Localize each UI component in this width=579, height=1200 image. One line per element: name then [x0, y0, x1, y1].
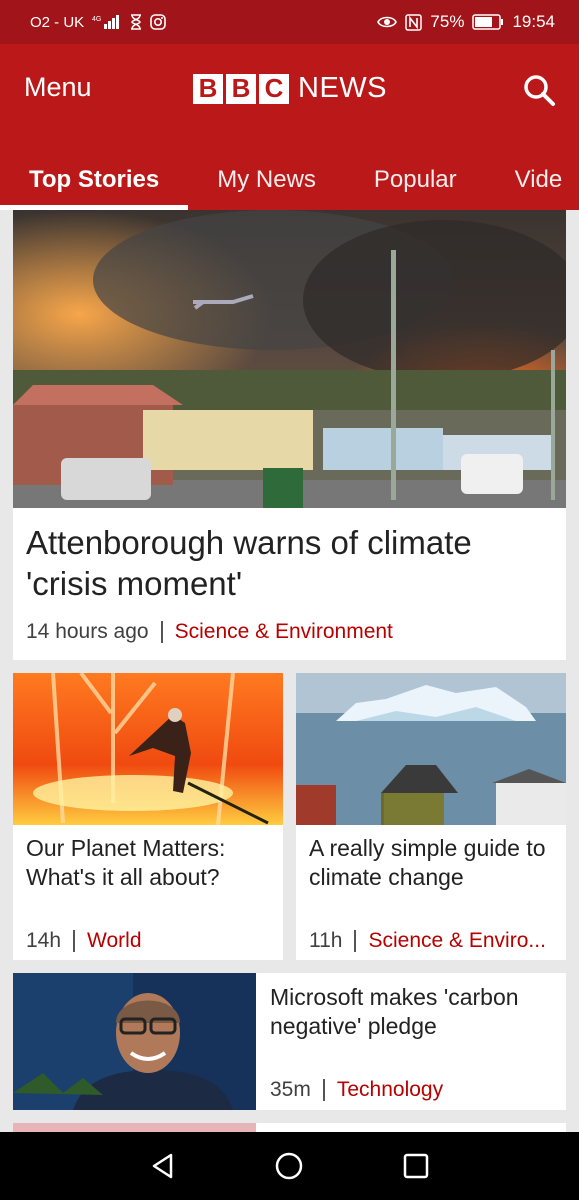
- instagram-icon: [150, 14, 166, 30]
- carrier-label: O2 - UK: [30, 13, 85, 31]
- story-category-link[interactable]: Science & Environment: [175, 620, 393, 644]
- story-card-climate-guide[interactable]: A really simple guide to climate change …: [296, 673, 566, 960]
- story-category-link[interactable]: Technology: [337, 1078, 443, 1102]
- meta-divider: [73, 930, 76, 952]
- back-button[interactable]: [143, 1146, 183, 1186]
- meta-divider: [322, 1079, 325, 1101]
- tab-popular[interactable]: Popular: [345, 150, 486, 210]
- recents-button[interactable]: [396, 1146, 436, 1186]
- search-button[interactable]: [521, 72, 557, 108]
- logo-letter: C: [259, 73, 289, 104]
- story-image-portrait: [13, 973, 256, 1110]
- story-timestamp: 14h: [26, 929, 62, 952]
- story-title: Microsoft makes 'carbon negative' pledge: [270, 984, 519, 1039]
- system-nav-bar: [0, 1132, 579, 1200]
- bbc-news-logo[interactable]: B B C NEWS: [193, 72, 387, 105]
- recents-square-icon: [403, 1153, 429, 1179]
- search-icon: [524, 75, 555, 106]
- tab-top-stories[interactable]: Top Stories: [0, 150, 189, 210]
- story-timestamp: 14 hours ago: [26, 620, 149, 643]
- story-title: A really simple guide to climate change: [309, 835, 546, 890]
- story-meta: 11h Science & Enviro...: [309, 929, 559, 953]
- meta-divider: [354, 930, 357, 952]
- story-category-link[interactable]: Science & Enviro...: [368, 929, 545, 953]
- menu-button[interactable]: Menu: [24, 72, 92, 103]
- story-timestamp: 11h: [309, 929, 343, 952]
- story-card-our-planet[interactable]: Our Planet Matters: What's it all about?…: [13, 673, 283, 960]
- clock: 19:54: [512, 12, 555, 31]
- back-triangle-icon: [152, 1153, 173, 1179]
- signal-icon: 4G: [92, 14, 122, 30]
- battery-percentage: 75%: [430, 12, 465, 31]
- story-feed: Attenborough warns of climate 'crisis mo…: [0, 210, 579, 1132]
- hero-story-image: [13, 210, 566, 508]
- story-image-firefighter: [13, 673, 283, 825]
- section-tabs: Top Stories My News Popular Vide: [0, 150, 579, 210]
- logo-letter: B: [193, 73, 223, 104]
- story-card-microsoft[interactable]: Microsoft makes 'carbon negative' pledge…: [13, 973, 566, 1110]
- home-button[interactable]: [269, 1146, 309, 1186]
- status-bar: O2 - UK 4G 75% 19:54: [0, 0, 579, 44]
- app-header: Menu B B C NEWS Top Stories My News Popu…: [0, 44, 579, 210]
- story-category-link[interactable]: World: [87, 929, 141, 953]
- tab-my-news[interactable]: My News: [188, 150, 345, 210]
- story-title: Our Planet Matters: What's it all about?: [26, 835, 226, 890]
- network-type-label: 4G: [92, 16, 101, 23]
- home-circle-icon: [276, 1152, 303, 1180]
- story-meta: 14h World: [26, 929, 276, 953]
- story-meta: 35m Technology: [270, 1078, 443, 1102]
- story-timestamp: 35m: [270, 1078, 311, 1101]
- hero-story-meta: 14 hours ago Science & Environment: [26, 620, 393, 644]
- meta-divider: [160, 621, 163, 643]
- story-image-partial: [13, 1123, 256, 1132]
- nfc-icon: [405, 13, 423, 31]
- logo-news-text: NEWS: [298, 72, 387, 104]
- hero-story-title: Attenborough warns of climate 'crisis mo…: [26, 524, 472, 602]
- eye-icon: [377, 15, 398, 29]
- tab-video[interactable]: Vide: [486, 150, 579, 210]
- hero-story-card[interactable]: Attenborough warns of climate 'crisis mo…: [13, 210, 566, 660]
- logo-letter: B: [226, 73, 256, 104]
- story-card-partial[interactable]: [13, 1123, 566, 1132]
- battery-icon: [472, 14, 504, 30]
- hourglass-icon: [130, 14, 142, 30]
- story-image-iceberg: [296, 673, 566, 825]
